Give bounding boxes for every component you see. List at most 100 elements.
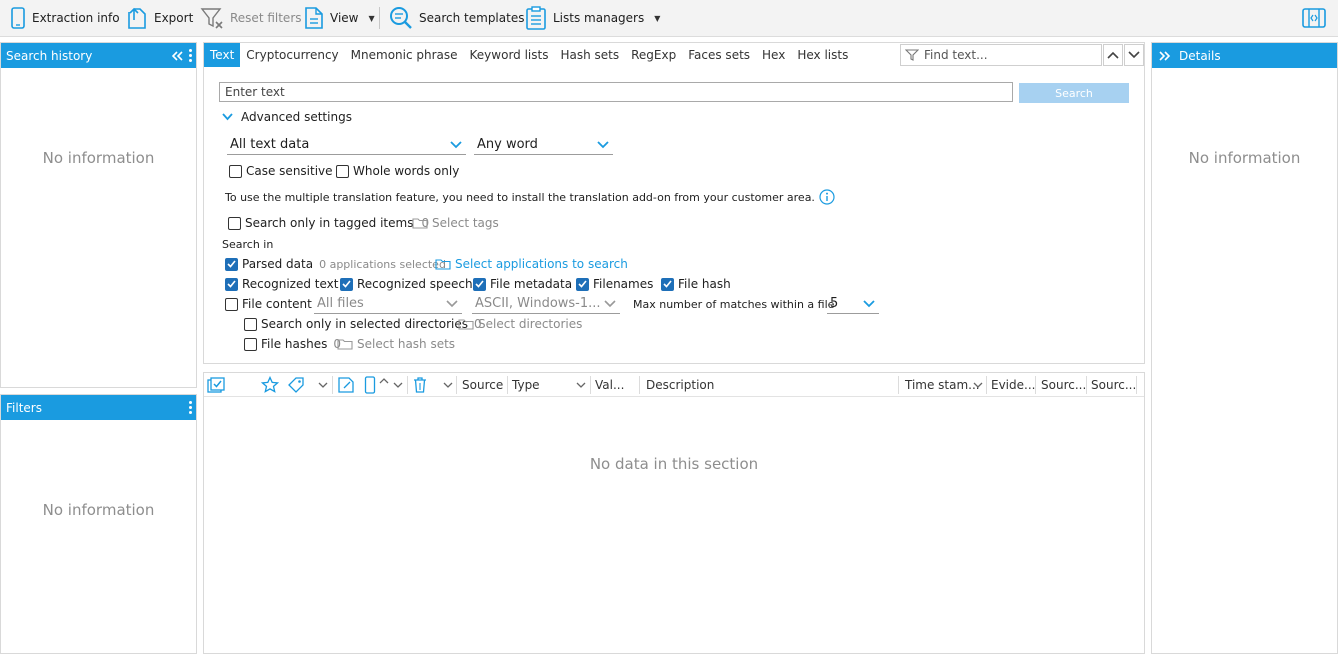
tag-icon[interactable] (287, 373, 305, 397)
export-button[interactable]: Export (126, 0, 193, 36)
more-options-icon[interactable] (189, 49, 192, 62)
toolbar-divider (379, 7, 380, 29)
column-header-timestamp[interactable]: Time stam... (905, 373, 980, 397)
star-icon[interactable] (261, 373, 279, 397)
tab-hex-lists[interactable]: Hex lists (791, 43, 854, 67)
filenames-option[interactable]: Filenames (576, 276, 653, 292)
reset-filters-button[interactable]: Reset filters (200, 0, 302, 36)
selected-dirs-option[interactable]: Search only in selected directories 0 (244, 316, 482, 332)
whole-words-checkbox[interactable] (336, 164, 349, 178)
folder-icon (435, 258, 451, 270)
results-grid: Source Type Val... Description Time stam… (203, 372, 1145, 654)
chevron-down-icon[interactable] (576, 373, 586, 397)
filenames-label: Filenames (593, 277, 654, 291)
column-divider (407, 376, 408, 394)
sort-up-icon[interactable] (379, 369, 389, 393)
expand-right-icon[interactable] (1159, 50, 1171, 61)
tagged-items-option[interactable]: Search only in tagged items 0 (228, 215, 429, 231)
case-sensitive-checkbox[interactable] (229, 164, 242, 178)
column-header-source-3[interactable]: Sourc... (1091, 373, 1136, 397)
file-content-checkbox[interactable] (225, 297, 238, 311)
word-match-dropdown[interactable]: Any word (474, 135, 613, 155)
search-templates-button[interactable]: Search templates (389, 0, 524, 36)
filters-header: Filters (1, 395, 196, 420)
recognized-speech-checkbox[interactable] (340, 277, 353, 291)
text-scope-dropdown[interactable]: All text data (227, 135, 466, 155)
recognized-speech-option[interactable]: Recognized speech (340, 276, 473, 292)
chevron-down-icon[interactable] (973, 373, 983, 397)
tab-hash-sets[interactable]: Hash sets (554, 43, 625, 67)
extraction-info-button[interactable]: Extraction info (10, 0, 120, 36)
tagged-items-checkbox[interactable] (228, 216, 241, 230)
more-options-icon[interactable] (189, 401, 192, 414)
file-hash-checkbox[interactable] (661, 277, 674, 291)
whole-words-option[interactable]: Whole words only (336, 163, 459, 179)
chevron-down-icon[interactable] (393, 373, 403, 397)
select-tags-link[interactable]: Select tags (412, 215, 499, 231)
chevron-down-icon: ▼ (654, 13, 661, 23)
column-header-source[interactable]: Source (462, 373, 503, 397)
filenames-checkbox[interactable] (576, 277, 589, 291)
collapse-left-icon[interactable] (171, 50, 183, 61)
select-apps-link[interactable]: Select applications to search (435, 256, 628, 272)
column-divider (507, 376, 508, 394)
tab-mnemonic-phrase[interactable]: Mnemonic phrase (345, 43, 464, 67)
max-matches-dropdown[interactable]: 5 (827, 294, 879, 314)
advanced-settings-label: Advanced settings (241, 110, 352, 124)
parsed-data-option[interactable]: Parsed data 0 applications selected (225, 256, 446, 272)
extraction-info-label: Extraction info (32, 11, 120, 25)
parsed-data-label: Parsed data (242, 257, 314, 271)
column-header-type[interactable]: Type (512, 373, 540, 397)
tab-keyword-lists[interactable]: Keyword lists (464, 43, 555, 67)
chevron-down-icon (604, 297, 616, 312)
file-hash-label: File hash (678, 277, 731, 291)
panel-layout-button[interactable] (1302, 0, 1326, 36)
folder-icon (337, 338, 353, 350)
chevron-down-icon (863, 297, 875, 312)
file-metadata-option[interactable]: File metadata (473, 276, 572, 292)
find-next-button[interactable] (1124, 44, 1144, 66)
column-header-value[interactable]: Val... (595, 373, 624, 397)
file-metadata-checkbox[interactable] (473, 277, 486, 291)
info-icon[interactable] (819, 189, 835, 205)
select-hash-sets-link[interactable]: Select hash sets (337, 336, 455, 352)
file-hashes-option[interactable]: File hashes 0 (244, 336, 341, 352)
chevron-down-icon[interactable] (318, 373, 328, 397)
search-button[interactable]: Search (1019, 83, 1129, 103)
clipboard-list-icon (525, 6, 547, 30)
recognized-text-checkbox[interactable] (225, 277, 238, 291)
file-content-option[interactable]: File content (225, 296, 312, 312)
column-header-evidence[interactable]: Evide... (991, 373, 1035, 397)
trash-icon[interactable] (412, 373, 428, 397)
selected-dirs-checkbox[interactable] (244, 317, 257, 331)
select-dirs-link[interactable]: Select directories (458, 316, 582, 332)
search-input[interactable]: Enter text (219, 82, 1013, 102)
recognized-text-option[interactable]: Recognized text (225, 276, 338, 292)
column-header-description[interactable]: Description (646, 373, 714, 397)
tab-hex[interactable]: Hex (756, 43, 791, 67)
tab-regexp[interactable]: RegExp (625, 43, 682, 67)
column-header-source-2[interactable]: Sourc... (1041, 373, 1086, 397)
find-text-box[interactable]: Find text... (900, 44, 1102, 66)
chevron-down-icon[interactable] (443, 373, 453, 397)
case-sensitive-option[interactable]: Case sensitive (229, 163, 333, 179)
lists-managers-button[interactable]: Lists managers ▼ (525, 0, 660, 36)
panel-layout-icon (1302, 7, 1326, 29)
select-all-icon[interactable] (207, 373, 225, 397)
file-hash-option[interactable]: File hash (661, 276, 731, 292)
search-templates-label: Search templates (419, 11, 525, 25)
tab-cryptocurrency[interactable]: Cryptocurrency (240, 43, 344, 67)
file-hashes-checkbox[interactable] (244, 337, 257, 351)
chevron-down-icon (222, 113, 233, 121)
tab-text[interactable]: Text (204, 43, 241, 67)
search-settings-area: Text Cryptocurrency Mnemonic phrase Keyword… (203, 42, 1145, 364)
view-button[interactable]: View ▼ (304, 0, 375, 36)
parsed-data-checkbox[interactable] (225, 257, 238, 271)
device-icon[interactable] (364, 373, 376, 397)
file-type-dropdown[interactable]: All files (314, 294, 462, 314)
tab-faces-sets[interactable]: Faces sets (682, 43, 756, 67)
advanced-settings-toggle[interactable]: Advanced settings (222, 109, 352, 125)
note-icon[interactable] (337, 373, 355, 397)
encoding-dropdown[interactable]: ASCII, Windows-1... (472, 294, 620, 314)
find-previous-button[interactable] (1103, 44, 1123, 66)
